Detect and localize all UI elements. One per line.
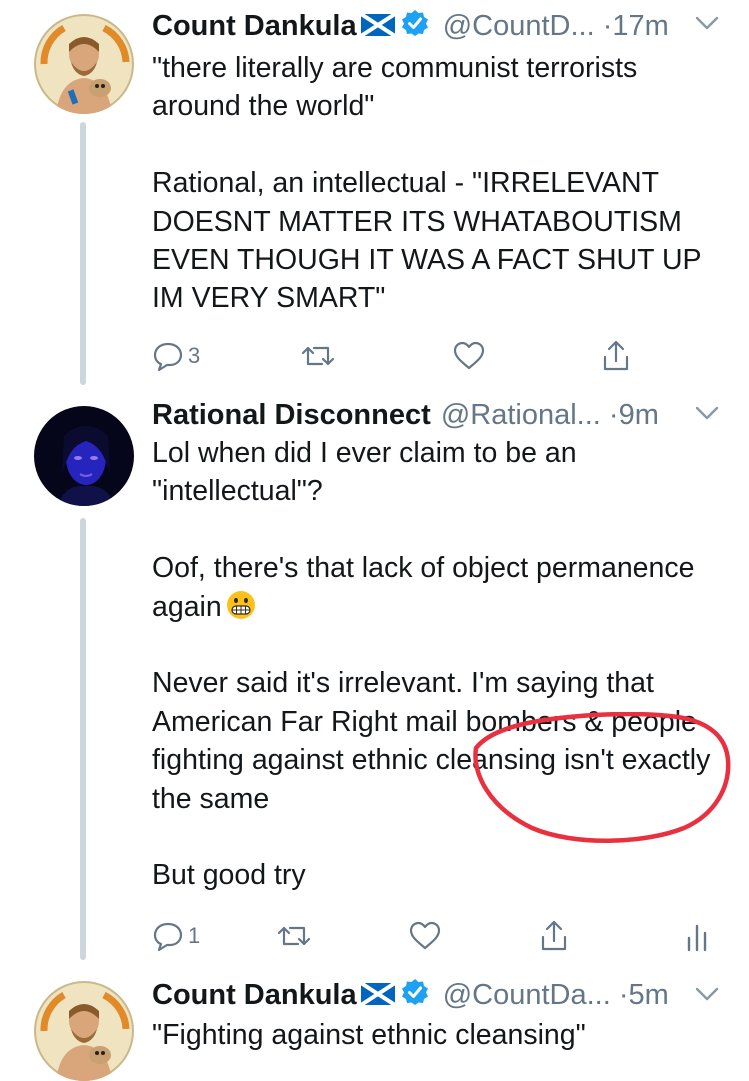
tweet-text: Lol when did I ever claim to be an "inte… [152,434,732,895]
chevron-down-icon[interactable] [694,404,720,427]
tweet-actions: 3 [152,336,732,376]
grimacing-emoji [226,590,256,620]
like-button[interactable] [452,336,486,376]
share-button[interactable] [538,916,570,956]
tweet-paragraph: Lol when did I ever claim to be an "inte… [152,437,577,508]
retweet-button[interactable] [276,916,312,956]
tweet-paragraph: "there literally are communist terrorist… [152,52,638,123]
avatar-count-dankula[interactable] [34,14,134,114]
avatar-image [34,981,134,1081]
tweet-paragraph: But good try [152,859,306,892]
reply-count: 1 [188,923,201,948]
tweet-3[interactable]: Count Dankula @CountDa... ·5m "Fighting … [0,969,749,1081]
separator-dot: · [618,979,629,1011]
verified-icon [401,9,429,46]
tweet-paragraph: Rational, an intellectual - "IRRELEVANT … [152,167,702,315]
scotland-flag-icon [359,9,396,45]
chevron-down-icon[interactable] [694,985,720,1008]
tweet-header: Rational Disconnect @Rational... ·9m [152,397,659,433]
analytics-button[interactable] [684,916,710,956]
tweet-actions: 1 [152,916,732,956]
chevron-down-icon[interactable] [694,14,720,37]
author-handle[interactable]: @CountDa... [443,979,611,1011]
avatar-image [34,406,134,506]
author-handle[interactable]: @Rational... [441,399,601,431]
analytics-icon [687,924,707,952]
share-icon [541,920,567,951]
tweet-2[interactable]: Rational Disconnect @Rational... ·9m Lol… [0,385,749,960]
like-icon [409,921,441,950]
reply-count: 3 [188,343,201,368]
tweet-text: "Fighting against ethnic cleansing" [152,1016,732,1054]
tweet-paragraph: "Fighting against ethnic cleansing" [152,1019,586,1051]
tweet-paragraph: Never said it's irrelevant. I'm saying t… [152,667,711,815]
tweet-1[interactable]: Count Dankula @CountD... ·17m "there lit… [0,0,749,385]
reply-button[interactable]: 3 [152,336,200,376]
scotland-flag-icon [359,978,396,1014]
avatar-rational-disconnect[interactable] [34,406,134,506]
author-name[interactable]: Count Dankula [152,979,357,1011]
reply-button[interactable]: 1 [152,916,200,956]
retweet-icon [301,346,335,366]
timestamp[interactable]: 9m [619,399,659,431]
author-name[interactable]: Count Dankula [152,10,357,42]
retweet-button[interactable] [300,336,336,376]
reply-icon [153,342,183,372]
retweet-icon [277,926,311,946]
tweet-header: Count Dankula @CountDa... ·5m [152,977,669,1013]
author-handle[interactable]: @CountD... [443,10,595,42]
share-button[interactable] [600,336,632,376]
like-icon [453,341,485,370]
like-button[interactable] [408,916,442,956]
share-icon [603,340,629,371]
separator-dot: · [602,10,613,42]
author-name[interactable]: Rational Disconnect [152,399,431,431]
thread-connector [80,518,86,960]
tweet-paragraph: Oof, there's that lack of object permane… [152,549,732,626]
tweet-header: Count Dankula @CountD... ·17m [152,8,669,44]
thread-connector [80,122,86,385]
verified-icon [401,978,429,1015]
avatar-image [34,14,134,114]
reply-icon [153,922,183,952]
separator-dot: · [608,399,619,431]
avatar-count-dankula[interactable] [34,981,134,1081]
tweet-text: "there literally are communist terrorist… [152,49,732,318]
timestamp[interactable]: 5m [629,979,669,1011]
timestamp[interactable]: 17m [612,10,668,42]
